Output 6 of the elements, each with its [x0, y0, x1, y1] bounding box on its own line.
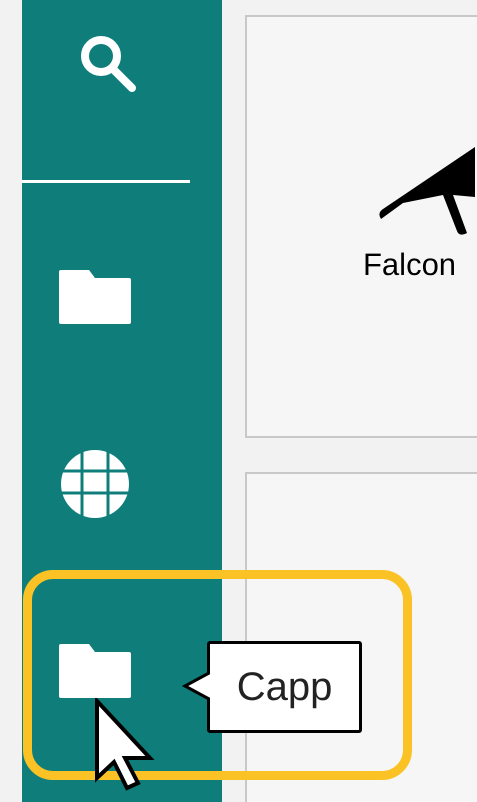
folder-icon[interactable]: [59, 270, 131, 324]
folder-icon[interactable]: [59, 644, 131, 698]
card-label: Falcon: [363, 249, 458, 280]
cursor-icon: [94, 698, 156, 792]
globe-icon[interactable]: [60, 448, 130, 518]
tooltip-text: Capp: [236, 667, 332, 707]
